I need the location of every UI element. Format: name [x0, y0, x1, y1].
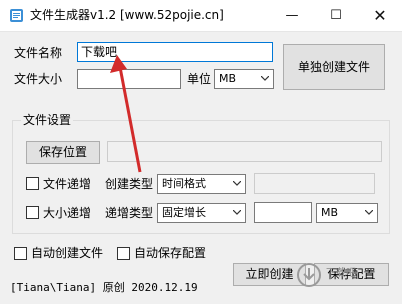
file-name-input[interactable]: 下载吧 — [77, 42, 273, 62]
increment-unit-value: MB — [321, 206, 339, 219]
create-type-label: 创建类型 — [105, 177, 154, 191]
app-icon — [9, 8, 24, 23]
auto-save-label: 自动保存配置 — [134, 246, 207, 260]
unit-label: 单位 — [187, 72, 212, 86]
size-increment-label: 大小递增 — [43, 206, 92, 220]
window-title: 文件生成器v1.2 [www.52pojie.cn] — [30, 8, 224, 22]
increment-type-value: 固定增长 — [162, 206, 206, 219]
chevron-down-icon — [229, 175, 245, 193]
file-increment-label: 文件递增 — [43, 177, 92, 191]
create-type-select[interactable]: 时间格式 — [157, 174, 246, 194]
file-increment-checkbox[interactable] — [26, 177, 39, 190]
chevron-down-icon — [257, 70, 273, 88]
size-increment-checkbox[interactable] — [26, 206, 39, 219]
auto-create-label: 自动创建文件 — [31, 246, 104, 260]
increment-unit-select[interactable]: MB — [316, 203, 378, 223]
unit-select-value: MB — [219, 72, 237, 85]
auto-create-checkbox[interactable] — [14, 247, 27, 260]
maximize-button[interactable]: ☐ — [314, 0, 358, 31]
watermark-text: 下载吧 — [326, 268, 356, 279]
watermark-logo-icon — [296, 262, 322, 288]
file-size-label: 文件大小 — [14, 72, 63, 86]
save-location-button[interactable]: 保存位置 — [26, 141, 100, 164]
auto-save-checkbox[interactable] — [117, 247, 130, 260]
settings-group-title: 文件设置 — [21, 113, 74, 127]
minimize-button[interactable]: — — [270, 0, 314, 31]
credit-text: [Tiana\Tiana] 原创 2020.12.19 — [10, 281, 198, 294]
create-type-extra-field — [254, 173, 375, 194]
close-button[interactable]: ✕ — [358, 0, 402, 31]
file-name-label: 文件名称 — [14, 46, 63, 60]
save-location-field — [107, 141, 382, 162]
unit-select[interactable]: MB — [214, 69, 274, 89]
increment-type-select[interactable]: 固定增长 — [157, 203, 246, 223]
chevron-down-icon — [229, 204, 245, 222]
increment-type-label: 递增类型 — [105, 206, 154, 220]
chevron-down-icon — [361, 204, 377, 222]
file-size-input[interactable] — [77, 69, 181, 89]
title-bar: 文件生成器v1.2 [www.52pojie.cn] — ☐ ✕ — [0, 0, 402, 31]
increment-amount-input[interactable] — [254, 202, 312, 223]
single-create-button[interactable]: 单独创建文件 — [283, 44, 385, 90]
create-type-value: 时间格式 — [162, 177, 206, 190]
